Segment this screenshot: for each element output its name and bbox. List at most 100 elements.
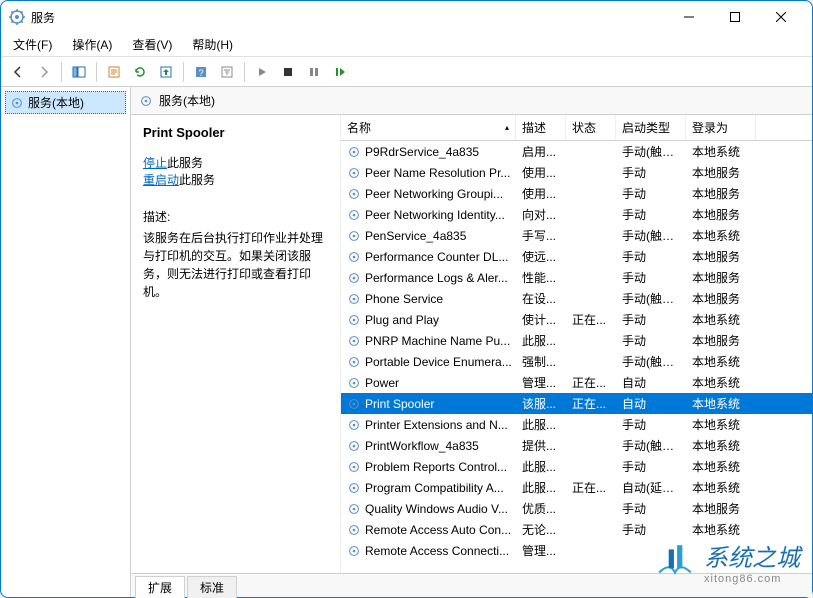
- table-row[interactable]: PrintWorkflow_4a835提供...手动(触发...本地系统: [341, 435, 812, 456]
- table-row[interactable]: Printer Extensions and N...此服...手动本地系统: [341, 414, 812, 435]
- gear-icon: [347, 166, 361, 180]
- service-name: Remote Access Auto Con...: [365, 523, 511, 537]
- selected-service-name: Print Spooler: [143, 125, 328, 140]
- service-desc: 此服...: [516, 330, 566, 351]
- table-row[interactable]: Quality Windows Audio V...优质...手动本地服务: [341, 498, 812, 519]
- maximize-button[interactable]: [712, 2, 758, 32]
- list-body[interactable]: P9RdrService_4a835启用...手动(触发...本地系统Peer …: [341, 141, 812, 573]
- table-row[interactable]: Remote Access Auto Con...无论...手动本地系统: [341, 519, 812, 540]
- table-row[interactable]: Remote Access Connecti...管理...: [341, 540, 812, 561]
- toolbar: ?: [1, 57, 812, 87]
- service-startup: 手动: [616, 246, 686, 267]
- column-desc[interactable]: 描述: [516, 115, 566, 140]
- service-desc: 性能...: [516, 267, 566, 288]
- column-startup[interactable]: 启动类型: [616, 115, 686, 140]
- tree-root-item[interactable]: 服务(本地): [5, 91, 126, 114]
- table-row[interactable]: PenService_4a835手写...手动(触发...本地系统: [341, 225, 812, 246]
- view-tabs: 扩展 标准: [131, 573, 812, 597]
- column-status[interactable]: 状态: [566, 115, 616, 140]
- menu-action[interactable]: 操作(A): [68, 34, 116, 55]
- pane-header-title: 服务(本地): [159, 92, 215, 109]
- table-row[interactable]: Peer Name Resolution Pr...使用...手动本地服务: [341, 162, 812, 183]
- table-row[interactable]: Phone Service在设...手动(触发...本地服务: [341, 288, 812, 309]
- service-startup: 手动(触发...: [616, 435, 686, 456]
- pause-service-button[interactable]: [303, 61, 325, 83]
- right-pane: 服务(本地) Print Spooler 停止此服务 重启动此服务 描述: 该服…: [131, 87, 812, 597]
- service-startup: 手动(触发...: [616, 141, 686, 162]
- filter-button[interactable]: [216, 61, 238, 83]
- stop-link[interactable]: 停止: [143, 156, 167, 170]
- close-button[interactable]: [758, 2, 804, 32]
- service-logon: 本地系统: [686, 372, 756, 393]
- gear-icon: [347, 313, 361, 327]
- table-row[interactable]: Peer Networking Groupi...使用...手动本地服务: [341, 183, 812, 204]
- service-desc: 此服...: [516, 477, 566, 498]
- service-list: 名称▴ 描述 状态 启动类型 登录为 P9RdrService_4a835启用.…: [341, 115, 812, 573]
- service-name: Performance Counter DL...: [365, 250, 508, 264]
- service-status: [566, 192, 616, 196]
- service-logon: 本地服务: [686, 498, 756, 519]
- titlebar[interactable]: 服务: [1, 1, 812, 33]
- table-row[interactable]: Performance Logs & Aler...性能...手动本地服务: [341, 267, 812, 288]
- properties-button[interactable]: [103, 61, 125, 83]
- help-button[interactable]: ?: [190, 61, 212, 83]
- service-name: Peer Networking Identity...: [365, 208, 505, 222]
- service-desc: 该服...: [516, 393, 566, 414]
- gear-icon: [347, 460, 361, 474]
- tab-extended[interactable]: 扩展: [135, 576, 185, 598]
- service-status: [566, 171, 616, 175]
- start-service-button[interactable]: [251, 61, 273, 83]
- table-row[interactable]: P9RdrService_4a835启用...手动(触发...本地系统: [341, 141, 812, 162]
- table-row[interactable]: Problem Reports Control...此服...手动本地系统: [341, 456, 812, 477]
- back-button[interactable]: [7, 61, 29, 83]
- table-row[interactable]: Program Compatibility A...此服...正在...自动(延…: [341, 477, 812, 498]
- services-window: 服务 文件(F) 操作(A) 查看(V) 帮助(H) ?: [0, 0, 813, 598]
- service-startup: 自动(延迟...: [616, 477, 686, 498]
- gear-icon: [347, 376, 361, 390]
- service-startup: 手动: [616, 162, 686, 183]
- service-startup: 自动: [616, 372, 686, 393]
- service-status: [566, 213, 616, 217]
- restart-link[interactable]: 重启动: [143, 173, 179, 187]
- stop-service-button[interactable]: [277, 61, 299, 83]
- gear-icon: [347, 271, 361, 285]
- service-desc: 在设...: [516, 288, 566, 309]
- menu-help[interactable]: 帮助(H): [188, 34, 237, 55]
- forward-button[interactable]: [33, 61, 55, 83]
- gear-icon: [347, 229, 361, 243]
- tab-standard[interactable]: 标准: [187, 576, 237, 598]
- restart-service-button[interactable]: [329, 61, 351, 83]
- table-row[interactable]: Performance Counter DL...使远...手动本地服务: [341, 246, 812, 267]
- service-status: [566, 339, 616, 343]
- table-row[interactable]: Power管理...正在...自动本地系统: [341, 372, 812, 393]
- service-name: Program Compatibility A...: [365, 481, 504, 495]
- service-status: [566, 255, 616, 259]
- service-logon: 本地系统: [686, 519, 756, 540]
- minimize-button[interactable]: [666, 2, 712, 32]
- service-startup: 手动: [616, 267, 686, 288]
- service-name: Printer Extensions and N...: [365, 418, 508, 432]
- table-row[interactable]: Plug and Play使计...正在...手动本地系统: [341, 309, 812, 330]
- service-desc: 启用...: [516, 141, 566, 162]
- service-desc: 无论...: [516, 519, 566, 540]
- service-startup: 手动: [616, 456, 686, 477]
- export-button[interactable]: [155, 61, 177, 83]
- table-row[interactable]: Peer Networking Identity...向对...手动本地服务: [341, 204, 812, 225]
- window-title: 服务: [31, 9, 666, 26]
- menu-view[interactable]: 查看(V): [128, 34, 176, 55]
- tree-pane[interactable]: 服务(本地): [1, 87, 131, 597]
- show-hide-tree-button[interactable]: [68, 61, 90, 83]
- service-startup: 手动: [616, 309, 686, 330]
- column-logon[interactable]: 登录为: [686, 115, 756, 140]
- refresh-button[interactable]: [129, 61, 151, 83]
- action-line-stop: 停止此服务: [143, 154, 328, 171]
- table-row[interactable]: Portable Device Enumera...强制...手动(触发...本…: [341, 351, 812, 372]
- table-row[interactable]: PNRP Machine Name Pu...此服...手动本地服务: [341, 330, 812, 351]
- service-name: Quality Windows Audio V...: [365, 502, 508, 516]
- column-name[interactable]: 名称▴: [341, 115, 516, 140]
- service-status: [566, 507, 616, 511]
- service-name: Portable Device Enumera...: [365, 355, 512, 369]
- menu-file[interactable]: 文件(F): [9, 34, 56, 55]
- service-logon: 本地系统: [686, 456, 756, 477]
- table-row[interactable]: Print Spooler该服...正在...自动本地系统: [341, 393, 812, 414]
